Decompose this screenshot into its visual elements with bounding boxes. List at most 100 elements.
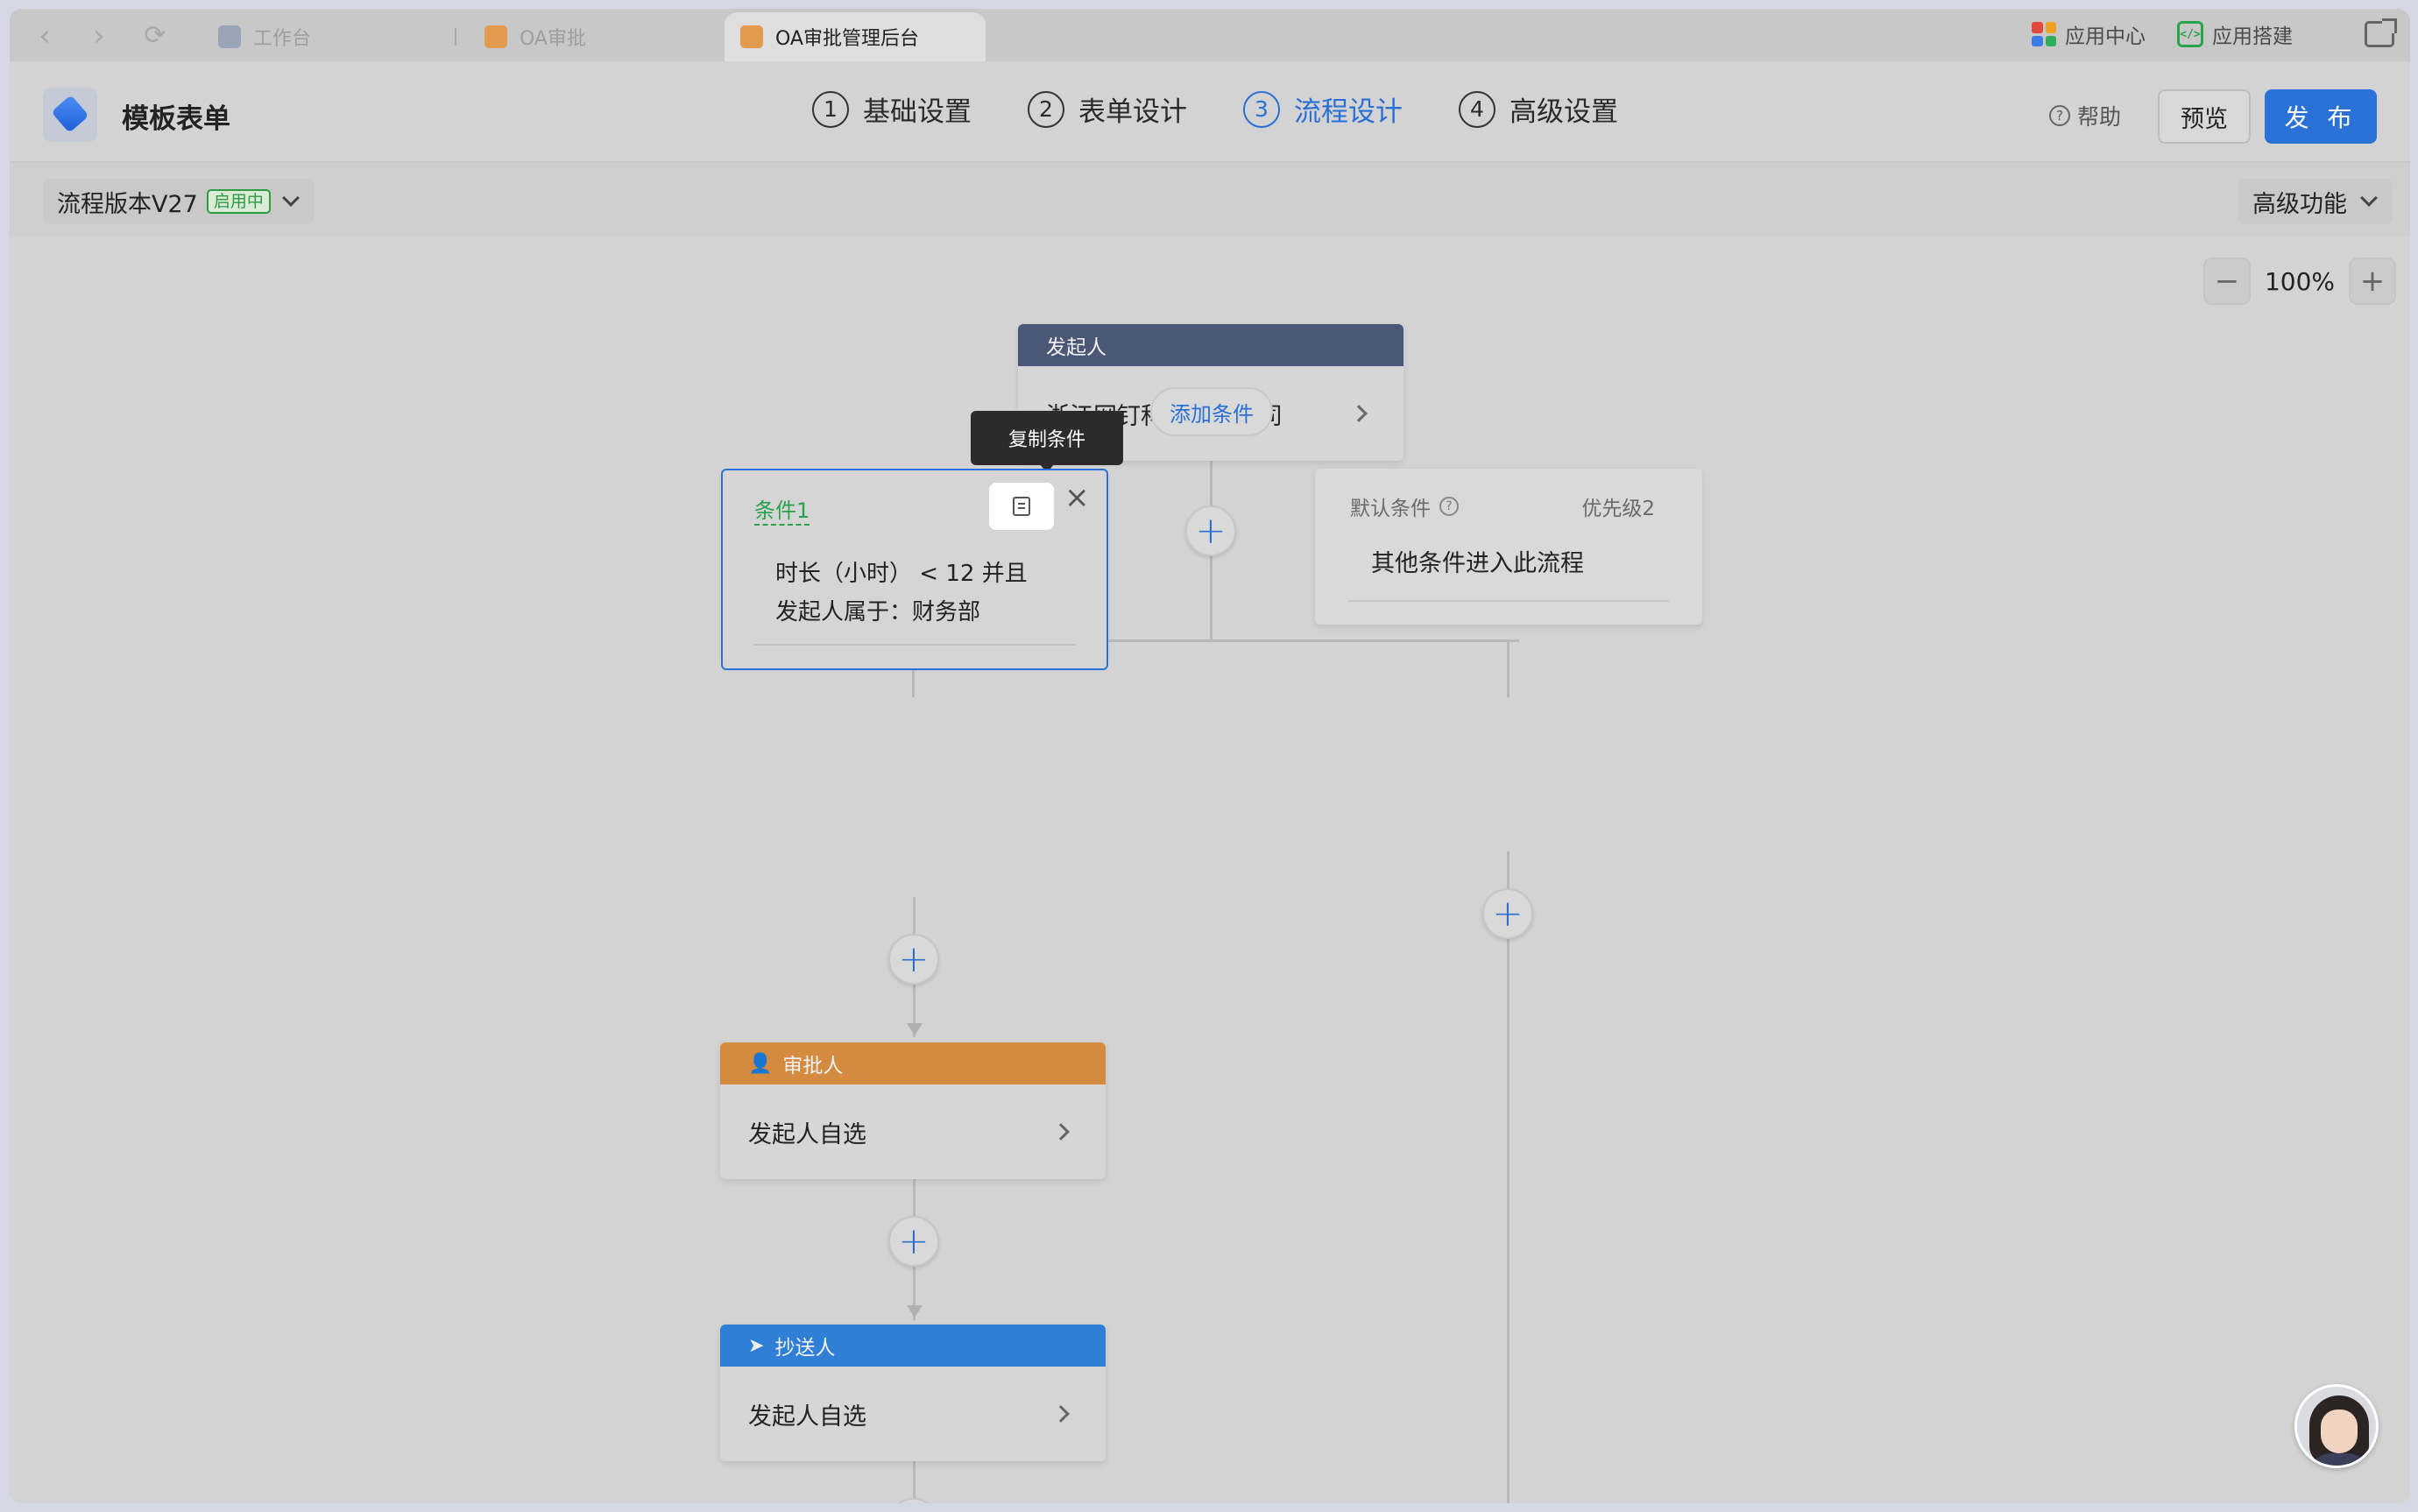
cc-body: 发起人自选 (720, 1367, 1106, 1461)
tab-label: OA审批管理后台 (775, 28, 919, 50)
chevron-down-icon (2360, 189, 2378, 207)
default-condition-title: 默认条件 ? (1350, 491, 1459, 521)
zoom-in-button[interactable]: + (2349, 258, 2396, 305)
forward-icon[interactable]: › (83, 21, 115, 53)
back-icon[interactable]: ‹ (29, 21, 60, 53)
step-advanced-settings[interactable]: 4 高级设置 (1459, 89, 1618, 129)
step-label: 表单设计 (1078, 96, 1187, 128)
step-number: 3 (1243, 90, 1280, 128)
approver-node[interactable]: 👤 审批人 发起人自选 (720, 1042, 1106, 1179)
browser-tab-bar: ‹ › ⟳ 工作台 OA审批 OA审批管理后台 应用中心 </> 应用搭建 (10, 9, 2410, 61)
tab-oa-admin[interactable]: OA审批管理后台 (725, 12, 986, 61)
refresh-icon[interactable]: ⟳ (139, 21, 171, 53)
condition-title[interactable]: 条件1 (754, 493, 810, 526)
avatar-face (2321, 1410, 2358, 1453)
help-label: 帮助 (2077, 104, 2122, 130)
cc-node[interactable]: ➤ 抄送人 发起人自选 (720, 1325, 1106, 1461)
app-build-link[interactable]: </> 应用搭建 (2177, 19, 2293, 49)
arrow-down-icon (907, 1305, 923, 1318)
flow-canvas[interactable]: − 100% + 发起人 浙江网钉科技有限公司 + 添加条件 复制条件 (10, 237, 2410, 1503)
step-label: 高级设置 (1509, 96, 1618, 128)
step-label: 流程设计 (1294, 96, 1403, 128)
divider (1348, 600, 1669, 602)
priority-label: 优先级2 (1581, 498, 1655, 520)
step-nav: 1 基础设置 2 表单设计 3 流程设计 4 高级设置 (812, 89, 1618, 129)
copy-icon (1013, 497, 1030, 516)
send-icon: ➤ (748, 1334, 765, 1357)
app-build-icon: </> (2177, 21, 2203, 47)
zoom-level: 100% (2264, 266, 2335, 296)
app-center-link[interactable]: 应用中心 (2032, 19, 2146, 49)
tab-label: 工作台 (253, 28, 312, 50)
copy-condition-button[interactable] (989, 483, 1054, 530)
condition-title: 默认条件 (1350, 498, 1431, 520)
chevron-right-icon (1350, 405, 1368, 422)
version-label: 流程版本V27 (57, 190, 198, 218)
advanced-label: 高级功能 (2252, 190, 2347, 218)
step-label: 基础设置 (863, 96, 972, 128)
chevron-right-icon (1052, 1123, 1070, 1141)
page-title: 模板表单 (122, 103, 230, 135)
chevron-down-icon (281, 189, 300, 207)
cc-header: ➤ 抄送人 (720, 1325, 1106, 1367)
assistant-avatar[interactable] (2294, 1384, 2379, 1468)
help-link[interactable]: ? 帮助 (2049, 100, 2121, 131)
zoom-out-button[interactable]: − (2202, 258, 2251, 305)
tab-label: OA审批 (520, 28, 586, 50)
condition-line: 发起人属于：财务部 (775, 599, 981, 625)
open-window-icon[interactable] (2365, 18, 2397, 47)
node-value: 发起人自选 (748, 1402, 866, 1431)
connector-line (1507, 851, 1509, 1503)
node-title: 审批人 (782, 1055, 844, 1077)
approver-body: 发起人自选 (720, 1085, 1106, 1179)
preview-button[interactable]: 预览 (2158, 89, 2251, 144)
zoom-controls: − 100% + (2202, 258, 2396, 305)
step-process-design[interactable]: 3 流程设计 (1243, 89, 1403, 129)
workbench-icon (218, 25, 241, 48)
step-basic-settings[interactable]: 1 基础设置 (812, 89, 972, 129)
condition-1-card[interactable]: 条件1 × 时长（小时） < 12 并且 发起人属于：财务部 (721, 469, 1108, 670)
question-icon: ? (2049, 105, 2070, 126)
app-center-label: 应用中心 (2065, 25, 2146, 48)
advanced-features-dropdown[interactable]: 高级功能 (2238, 179, 2393, 224)
close-icon[interactable]: × (1064, 483, 1090, 512)
app-window: ‹ › ⟳ 工作台 OA审批 OA审批管理后台 应用中心 </> 应用搭建 模板… (10, 9, 2410, 1503)
step-number: 1 (812, 90, 849, 128)
tab-divider (455, 28, 456, 46)
approver-header: 👤 审批人 (720, 1042, 1106, 1085)
node-title: 发起人 (1046, 336, 1106, 359)
condition-line: 时长（小时） < 12 并且 (775, 561, 1028, 587)
app-logo-icon (43, 88, 97, 142)
node-value: 发起人自选 (748, 1120, 866, 1148)
version-dropdown[interactable]: 流程版本V27 启用中 (43, 179, 315, 224)
node-title: 抄送人 (774, 1337, 836, 1360)
app-build-label: 应用搭建 (2212, 25, 2293, 48)
step-number: 4 (1459, 90, 1495, 128)
connector-line (1507, 639, 1509, 697)
oa-approval-icon (484, 25, 507, 48)
user-icon: 👤 (748, 1052, 773, 1075)
chevron-right-icon (1052, 1405, 1070, 1423)
app-center-icon (2032, 22, 2056, 46)
divider (754, 644, 1075, 646)
app-header: 模板表单 1 基础设置 2 表单设计 3 流程设计 4 高级设置 ? 帮助 预览 (10, 61, 2410, 163)
add-node-button[interactable]: + (1482, 888, 1533, 939)
question-icon[interactable]: ? (1439, 497, 1459, 516)
process-toolbar: 流程版本V27 启用中 高级功能 (10, 163, 2410, 237)
add-node-button[interactable]: + (888, 1498, 939, 1503)
step-form-design[interactable]: 2 表单设计 (1028, 89, 1187, 129)
connector-line (913, 1458, 916, 1503)
arrow-down-icon (907, 1023, 923, 1035)
oa-admin-icon (740, 25, 763, 48)
status-badge: 启用中 (206, 189, 271, 214)
add-condition-button[interactable]: 添加条件 (1150, 387, 1273, 436)
add-node-button[interactable]: + (1185, 505, 1236, 556)
tab-oa-approval[interactable]: OA审批 (469, 12, 602, 61)
publish-button[interactable]: 发 布 (2265, 89, 2377, 144)
tab-workbench[interactable]: 工作台 (202, 12, 327, 61)
add-node-button[interactable]: + (888, 934, 939, 985)
default-condition-card[interactable]: 默认条件 ? 优先级2 其他条件进入此流程 (1315, 469, 1702, 625)
condition-description: 其他条件进入此流程 (1371, 550, 1584, 577)
add-node-button[interactable]: + (888, 1216, 939, 1267)
initiator-header: 发起人 (1018, 324, 1403, 366)
